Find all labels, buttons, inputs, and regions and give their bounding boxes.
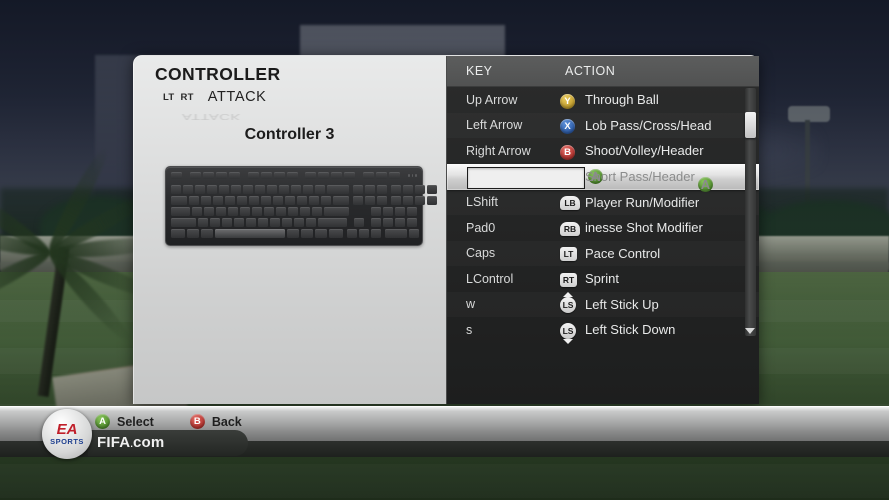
row-action: Player Run/Modifier [585,194,700,210]
trigger-left-indicator[interactable]: LT [163,92,175,105]
left-stick-down-icon: LS [560,321,576,344]
scrollbar-thumb[interactable] [745,112,756,138]
controller-label: Controller 3 [244,126,335,143]
row-key: Pad0 [466,220,496,235]
row-action: inesse Shot Modifier [585,220,703,236]
button-x-icon: X [560,116,575,135]
list-scrollbar[interactable] [745,88,756,336]
keyboard-row-numbers [171,185,437,194]
table-row[interactable]: w LS Left Stick Up [447,292,759,318]
row-action: Through Ball [585,92,659,108]
keybind-input[interactable] [467,166,585,189]
table-row[interactable]: LShift LB Player Run/Modifier [447,190,759,216]
button-a-icon: A [95,414,110,429]
keybinding-list-panel: KEY ACTION Up Arrow Y Through Ball Left … [446,56,759,404]
fifa-com-label[interactable]: FIFA.com [97,434,164,451]
row-action: Left Stick Down [585,322,676,338]
hint-select-label: Select [117,414,154,429]
table-row[interactable]: Right Arrow B Shoot/Volley/Header [447,138,759,164]
row-key: Left Arrow [466,118,523,133]
row-key: Right Arrow [466,143,531,158]
tab-attack[interactable]: ATTACK [208,89,267,105]
hint-back-label: Back [211,414,242,429]
row-key: Up Arrow [466,92,518,107]
keyboard-row-shift [171,218,417,227]
footer-hints: A Select B Back [95,414,242,429]
button-rb-icon: RB [560,219,580,237]
column-header-action: ACTION [565,64,616,78]
fifa-label: FIFA [97,434,131,451]
page-title: CONTROLLER [155,64,281,84]
table-row[interactable]: Up Arrow Y Through Ball [447,87,759,113]
trigger-right-indicator[interactable]: RT [181,92,194,105]
row-key: w [466,297,476,312]
row-action: Shoot/Volley/Header [585,143,704,159]
button-b-icon: B [189,414,205,429]
hint-back[interactable]: B Back [189,414,242,429]
tab-bar: LT RT ATTACK [163,89,266,105]
button-lt-icon: LT [560,244,577,262]
row-action: Lob Pass/Cross/Head [585,117,712,133]
row-key: s [466,322,473,337]
keyboard-row-home [171,207,418,216]
keyboard-row-function [171,172,417,179]
table-row[interactable]: Pad0 RB inesse Shot Modifier [447,215,759,241]
row-action: Short Pass/Header [585,169,695,184]
ea-text: EA [56,421,78,439]
tab-reflection: ATTACK [182,111,241,121]
button-lb-icon: LB [560,193,580,211]
list-header: KEY ACTION [447,56,759,87]
button-y-icon: Y [560,91,575,109]
scroll-down-arrow-icon[interactable] [745,328,755,334]
table-row[interactable]: Left Arrow X Lob Pass/Cross/Head [447,113,759,139]
row-key: LShift [466,195,498,210]
button-rt-icon: RT [560,270,577,288]
table-row[interactable]: Caps LT Pace Control [447,241,759,267]
row-action: Pace Control [585,245,661,261]
table-row[interactable]: s LS Left Stick Down [447,317,759,344]
keyboard-row-qwerty [171,196,437,205]
hint-select[interactable]: A Select [95,414,154,429]
fifa-com: com [133,434,165,451]
column-header-key: KEY [466,64,493,78]
keyboard-illustration [165,166,437,246]
keybinding-rows[interactable]: Up Arrow Y Through Ball Left Arrow X Lob… [447,87,759,372]
row-action: Sprint [585,271,619,287]
keyboard-row-space [171,229,419,238]
ea-sports-logo: EA SPORTS [42,409,92,459]
sports-text: SPORTS [50,437,84,447]
controller-dialog: CONTROLLER LT RT ATTACK ATTACK Controlle… [133,55,759,404]
table-row-selected[interactable]: A A Short Pass/Header [447,163,759,192]
row-key: LControl [466,271,514,286]
table-row[interactable]: LControl RT Sprint [447,266,759,292]
row-key: Caps [466,246,496,261]
row-action: Left Stick Up [585,296,659,312]
button-b-icon: B [560,142,575,160]
left-stick-up-icon: LS [560,292,576,314]
screen: CONTROLLER LT RT ATTACK ATTACK Controlle… [0,0,889,500]
